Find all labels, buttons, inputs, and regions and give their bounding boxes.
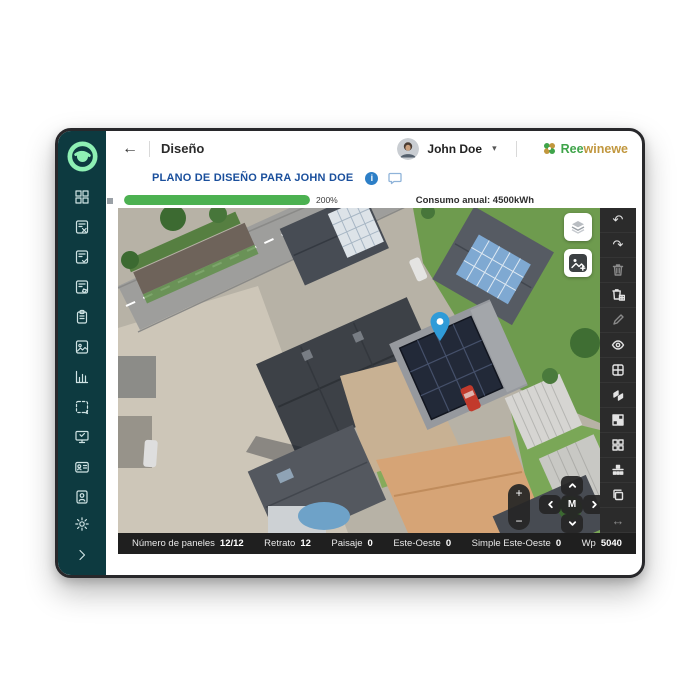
page-title: Diseño — [161, 141, 204, 156]
divider — [149, 141, 150, 157]
comment-icon[interactable] — [388, 172, 402, 185]
zoom-control: + − — [508, 484, 530, 530]
stat-item: Simple Este-Oeste 0 — [472, 538, 562, 549]
stat-label: Paisaje — [331, 538, 362, 549]
layers-button[interactable] — [564, 213, 592, 241]
copy-layers-button[interactable] — [600, 483, 636, 508]
chevron-down-icon[interactable]: ▾ — [492, 143, 497, 154]
brand-clover-icon — [542, 141, 557, 156]
user-name[interactable]: John Doe — [427, 142, 482, 156]
sidebar-item-settings[interactable] — [74, 515, 91, 532]
undo-button[interactable]: ↶ — [600, 208, 636, 233]
panel-frame-button[interactable] — [600, 358, 636, 383]
pan-left-button[interactable] — [539, 495, 561, 514]
stat-value: 12/12 — [220, 538, 244, 549]
aerial-imagery — [118, 208, 600, 533]
sidebar-item-bar-chart[interactable] — [74, 368, 91, 385]
sidebar-item-project-edit[interactable] — [74, 278, 91, 295]
pan-down-button[interactable] — [561, 514, 583, 533]
panel-gutter — [106, 192, 118, 575]
stat-value: 12 — [300, 538, 311, 549]
sidebar-item-monitor-check[interactable] — [74, 428, 91, 445]
satellite-map[interactable]: + − M — [118, 208, 600, 533]
delete-panels-button[interactable] — [600, 283, 636, 308]
pan-right-button[interactable] — [583, 495, 600, 514]
stat-value: 5040 — [601, 538, 622, 549]
edit-pencil-button[interactable] — [600, 308, 636, 333]
redo-button[interactable]: ↷ — [600, 233, 636, 258]
stat-value: 0 — [368, 538, 373, 549]
stat-label: Este-Oeste — [393, 538, 441, 549]
stat-item: Wp 5040 — [582, 538, 622, 549]
filled-grid-button[interactable] — [600, 408, 636, 433]
stat-item: Este-Oeste 0 — [393, 538, 451, 549]
sidebar — [58, 131, 106, 575]
sidebar-item-project-remove[interactable] — [74, 218, 91, 235]
sidebar-item-project-check[interactable] — [74, 248, 91, 265]
pan-control: M — [539, 476, 600, 533]
progress-fill — [124, 195, 310, 205]
user-avatar[interactable] — [397, 138, 419, 160]
sidebar-item-id-card[interactable] — [74, 458, 91, 475]
panel-resize-handle[interactable] — [107, 198, 113, 204]
zoom-out-button[interactable]: − — [515, 515, 522, 527]
brand-logo: Reewinewe — [542, 141, 628, 156]
stat-label: Simple Este-Oeste — [472, 538, 551, 549]
zoom-in-button[interactable]: + — [515, 487, 522, 499]
app-window: ← Diseño John Doe ▾ — [55, 128, 645, 578]
stat-item: Número de paneles 12/12 — [132, 538, 244, 549]
sidebar-expand-chevron-icon[interactable] — [74, 546, 91, 563]
stat-item: Paisaje 0 — [331, 538, 372, 549]
resize-horizontal-button[interactable]: ↔ — [600, 508, 636, 533]
sidebar-item-contact-card[interactable] — [74, 488, 91, 505]
divider — [516, 141, 517, 157]
plan-header: PLANO DE DISEÑO PARA JOHN DOE i — [106, 166, 642, 192]
stat-value: 0 — [446, 538, 451, 549]
tilted-panels-button[interactable] — [600, 383, 636, 408]
pan-up-button[interactable] — [561, 476, 583, 495]
back-button[interactable]: ← — [122, 141, 138, 157]
main-panel: ← Diseño John Doe ▾ — [106, 131, 642, 575]
stat-label: Retrato — [264, 538, 295, 549]
consumption-bar-row: 200% Consumo anual: 4500kWh — [118, 192, 600, 208]
brand-name-prefix: Ree — [561, 142, 584, 156]
top-header: ← Diseño John Doe ▾ — [106, 131, 642, 166]
trash-button[interactable] — [600, 258, 636, 283]
info-icon[interactable]: i — [365, 172, 378, 185]
align-panels-button[interactable] — [600, 458, 636, 483]
coverage-percent: 200% — [316, 195, 338, 205]
sidebar-item-file-image[interactable] — [74, 338, 91, 355]
design-toolbar: ↶ ↷ — [600, 208, 636, 533]
add-image-button[interactable] — [564, 249, 592, 277]
sidebar-item-clipboard[interactable] — [74, 308, 91, 325]
visibility-eye-button[interactable] — [600, 333, 636, 358]
sidebar-item-module-select[interactable] — [74, 398, 91, 415]
stat-item: Retrato 12 — [264, 538, 311, 549]
outline-grid-button[interactable] — [600, 433, 636, 458]
brand-name-suffix: winewe — [584, 142, 628, 156]
app-logo-icon[interactable] — [67, 141, 98, 172]
plan-title: PLANO DE DISEÑO PARA JOHN DOE — [152, 172, 353, 184]
panel-stats-bar: Número de paneles 12/12 Retrato 12 Paisa… — [118, 533, 636, 554]
recenter-button[interactable]: M — [561, 495, 583, 514]
stat-value: 0 — [556, 538, 561, 549]
coverage-progress-bar — [124, 195, 310, 205]
annual-consumption: Consumo anual: 4500kWh — [416, 195, 534, 206]
sidebar-item-dashboard[interactable] — [74, 188, 91, 205]
stat-label: Número de paneles — [132, 538, 215, 549]
stat-label: Wp — [582, 538, 596, 549]
